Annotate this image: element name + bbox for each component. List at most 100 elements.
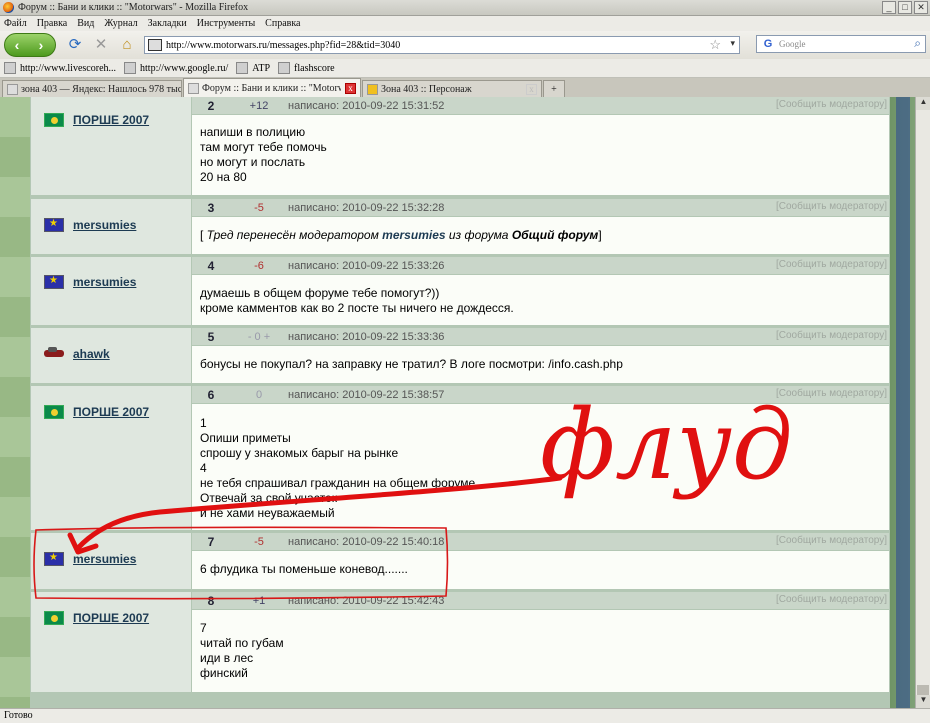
menu-file[interactable]: Файл [4,18,27,29]
eu-flag-icon [44,275,64,289]
post-number: 7 [207,534,215,549]
stop-icon[interactable]: ✕ [91,35,111,55]
menu-tools[interactable]: Инструменты [197,18,255,29]
post-date: написано: 2010-09-22 15:32:28 [288,201,445,214]
post-body: думаешь в общем форуме тебе помогут?)) к… [192,275,889,325]
post-author-cell: mersumies [31,257,191,325]
bookmark-google[interactable]: http://www.google.ru/ [124,62,228,74]
back-button[interactable]: ‹ [5,34,29,56]
report-link[interactable]: [Сообщить модератору] [776,259,887,270]
close-window-button[interactable]: ✕ [914,1,928,14]
post-rating[interactable]: - 0 + [230,331,288,343]
post-header: 2 +12 написано: 2010-09-22 15:31:52 [Соо… [192,97,889,114]
post-date: написано: 2010-09-22 15:31:52 [288,99,445,112]
gem-icon [44,405,64,419]
post-line: но могут и послать [200,155,306,169]
report-link[interactable]: [Сообщить модератору] [776,201,887,212]
scroll-down-icon[interactable]: ▼ [916,695,930,708]
scroll-up-icon[interactable]: ▲ [916,97,930,110]
post-line: бонусы не покупал? на заправку не тратил… [200,357,623,371]
report-link[interactable]: [Сообщить модератору] [776,594,887,605]
report-link[interactable]: [Сообщить модератору] [776,535,887,546]
url-dropdown-icon[interactable]: ▾ [730,38,735,49]
author-link[interactable]: mersumies [73,552,136,566]
firefox-icon [3,2,14,13]
scroll-thumb[interactable] [917,685,929,695]
url-text: http://www.motorwars.ru/messages.php?fid… [166,39,401,51]
moved-moderator[interactable]: mersumies [382,228,445,242]
site-favicon [148,39,162,51]
report-link[interactable]: [Сообщить модератору] [776,330,887,341]
bookmark-flashscore[interactable]: flashscore [278,62,335,74]
author-link[interactable]: ПОРШЕ 2007 [73,405,149,419]
tab-forum[interactable]: Форум :: Бани и клики :: "Motorwa... x [183,78,361,97]
post-number: 3 [207,200,215,215]
tab-bar: зона 403 — Яндекс: Нашлось 978 тыс... Фо… [0,78,930,97]
post-line: финский [200,666,248,680]
post-date: написано: 2010-09-22 15:33:26 [288,259,445,272]
maximize-button[interactable]: □ [898,1,912,14]
post-body: 1 Опиши приметы спрошу у знакомых барыг … [192,404,889,530]
search-box[interactable]: G Google ⌕ [756,35,926,53]
back-forward-group: ‹ › [4,33,56,57]
minimize-button[interactable]: _ [882,1,896,14]
post-line: напиши в полицию [200,125,306,139]
forum-post: ПОРШЕ 2007 2 +12 написано: 2010-09-22 15… [30,97,890,196]
author-link[interactable]: mersumies [73,218,136,232]
menu-help[interactable]: Справка [265,18,300,29]
post-author-cell: ahawk [31,328,191,383]
vertical-scrollbar[interactable]: ▲ ▼ [915,97,930,708]
author-link[interactable]: mersumies [73,275,136,289]
post-line: 7 [200,621,207,635]
report-link[interactable]: [Сообщить модератору] [776,388,887,399]
moved-bracket-open: [ [200,228,207,242]
search-icon[interactable]: ⌕ [914,36,921,51]
post-author-cell: ПОРШЕ 2007 [31,97,191,195]
reload-icon[interactable]: ⟳ [65,35,85,55]
post-rating[interactable]: -5 [230,202,288,214]
home-icon[interactable]: ⌂ [117,35,137,55]
tab-close-icon[interactable]: x [526,83,537,95]
bookmark-atp[interactable]: ATP [236,62,270,74]
car-icon [44,347,64,361]
menu-edit[interactable]: Правка [37,18,68,29]
report-link[interactable]: [Сообщить модератору] [776,99,887,110]
bookmark-star-icon[interactable]: ☆ [709,37,721,53]
moved-forum-name[interactable]: Общий форум [512,228,599,242]
moved-text-from: из форума [445,228,512,242]
page-background-left [0,97,30,708]
bookmark-label: flashscore [294,62,335,74]
menu-bar: Файл Правка Вид Журнал Закладки Инструме… [0,16,930,31]
author-link[interactable]: ПОРШЕ 2007 [73,113,149,127]
forward-button[interactable]: › [29,34,53,56]
post-number: 2 [207,98,215,113]
post-author-cell: mersumies [31,533,191,589]
post-date: написано: 2010-09-22 15:40:18 [288,535,445,548]
new-tab-button[interactable]: + [543,80,565,97]
url-bar[interactable]: http://www.motorwars.ru/messages.php?fid… [144,36,740,54]
menu-history[interactable]: Журнал [104,18,137,29]
post-body: 6 флудика ты поменьше коневод....... [192,551,889,589]
bookmark-icon [4,62,16,74]
author-link[interactable]: ПОРШЕ 2007 [73,611,149,625]
post-rating[interactable]: 0 [230,389,288,401]
bookmark-livescore[interactable]: http://www.livescoreh... [4,62,116,74]
post-author-cell: mersumies [31,199,191,254]
post-rating[interactable]: -5 [230,536,288,548]
post-header: 6 0 написано: 2010-09-22 15:38:57 [Сообщ… [192,386,889,403]
post-rating[interactable]: +12 [230,100,288,112]
menu-bookmarks[interactable]: Закладки [148,18,187,29]
author-link[interactable]: ahawk [73,347,110,361]
menu-view[interactable]: Вид [77,18,94,29]
post-header: 7 -5 написано: 2010-09-22 15:40:18 [Сооб… [192,533,889,550]
post-rating[interactable]: +1 [230,595,288,607]
tab-zona403[interactable]: Зона 403 :: Персонаж x [362,80,542,97]
post-date: написано: 2010-09-22 15:38:57 [288,388,445,401]
post-rating[interactable]: -6 [230,260,288,272]
bookmark-icon [124,62,137,74]
post-body: 7 читай по губам иди в лес финский [192,610,889,692]
tab-close-icon[interactable]: x [345,82,356,94]
tab-yandex[interactable]: зона 403 — Яндекс: Нашлось 978 тыс... [2,80,182,97]
google-icon[interactable]: G [760,37,776,51]
status-text: Готово [4,710,33,721]
